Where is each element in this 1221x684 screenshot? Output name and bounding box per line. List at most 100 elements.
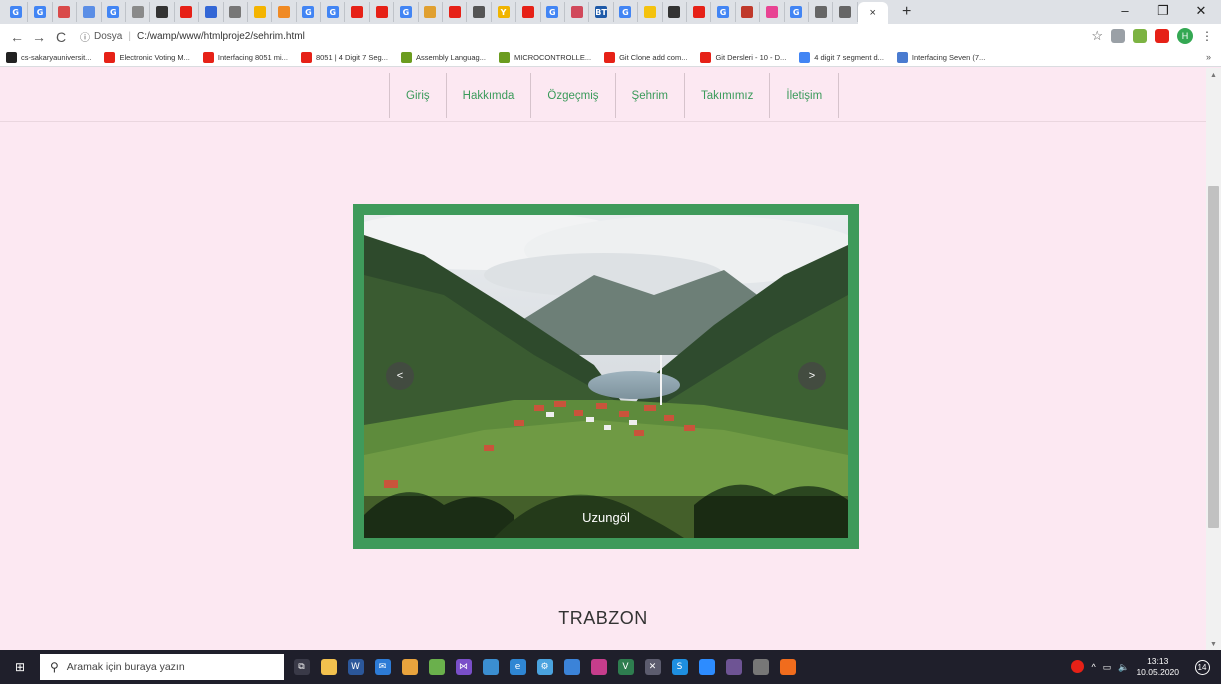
- bookmarks-overflow-icon[interactable]: »: [1206, 52, 1211, 62]
- extension-icon[interactable]: [1111, 29, 1125, 43]
- start-button[interactable]: ⊞: [0, 650, 40, 684]
- slider-prev-button[interactable]: <: [386, 362, 414, 390]
- browser-tab[interactable]: [150, 2, 175, 22]
- nav-item[interactable]: Özgeçmiş: [531, 73, 616, 118]
- browser-tab[interactable]: G: [394, 2, 419, 22]
- restore-button[interactable]: ❐: [1144, 2, 1182, 20]
- visual-studio-icon[interactable]: ⋈: [450, 650, 477, 684]
- active-tab[interactable]: ×: [857, 2, 888, 24]
- browser-tab[interactable]: G: [102, 2, 126, 22]
- bookmark-item[interactable]: Git Dersleri - 10 - D...: [700, 52, 786, 63]
- taskbar-search-box[interactable]: ⚲ Aramak için buraya yazın: [40, 654, 284, 680]
- browser-tab[interactable]: G: [785, 2, 809, 22]
- bookmark-item[interactable]: cs-sakaryauniversit...: [6, 52, 91, 63]
- menu-kebab-icon[interactable]: ⋮: [1201, 29, 1213, 43]
- intellij-icon[interactable]: [585, 650, 612, 684]
- browser-tab[interactable]: [565, 2, 590, 22]
- forward-button[interactable]: →: [28, 29, 50, 45]
- nav-item[interactable]: Giriş: [390, 73, 447, 118]
- browser-tab[interactable]: [443, 2, 468, 22]
- volume-icon[interactable]: 🔈: [1118, 662, 1129, 673]
- new-tab-button[interactable]: +: [898, 3, 916, 21]
- browser-tab[interactable]: G: [711, 2, 736, 22]
- bookmark-item[interactable]: Interfacing Seven (7...: [896, 52, 985, 63]
- page-scrollbar[interactable]: ▲ ▼: [1206, 68, 1221, 650]
- browser-tab[interactable]: [419, 2, 444, 22]
- bookmark-item[interactable]: MICROCONTROLLE...: [498, 52, 591, 63]
- back-button[interactable]: ←: [6, 29, 28, 45]
- scroll-down-icon[interactable]: ▼: [1206, 641, 1221, 648]
- browser-tab[interactable]: [760, 2, 785, 22]
- zoom-icon[interactable]: [693, 650, 720, 684]
- browser-tab[interactable]: G: [28, 2, 53, 22]
- bookmark-star-icon[interactable]: ☆: [1091, 28, 1103, 44]
- bookmark-item[interactable]: Electronic Voting M...: [104, 52, 190, 63]
- skype-icon[interactable]: S: [666, 650, 693, 684]
- settings-icon[interactable]: ⚙: [531, 650, 558, 684]
- browser-tab[interactable]: G: [4, 2, 29, 22]
- nav-item[interactable]: İletişim: [770, 73, 840, 118]
- browser-tab[interactable]: [516, 2, 541, 22]
- browser-tab[interactable]: G: [297, 2, 322, 22]
- battery-icon[interactable]: ▭: [1103, 662, 1112, 673]
- profile-avatar[interactable]: H: [1177, 28, 1193, 44]
- bookmark-item[interactable]: Git Clone add com...: [604, 52, 687, 63]
- app-icon[interactable]: [747, 650, 774, 684]
- browser-tab[interactable]: [467, 2, 492, 22]
- browser-tab[interactable]: [272, 2, 297, 22]
- browser-tab[interactable]: Y: [492, 2, 517, 22]
- browser-tab[interactable]: [248, 2, 273, 22]
- file-explorer-icon[interactable]: [315, 650, 342, 684]
- notepadpp-icon[interactable]: [423, 650, 450, 684]
- url-text[interactable]: C:/wamp/www/htmlproje2/sehrim.html: [137, 31, 305, 42]
- browser-tab[interactable]: [345, 2, 370, 22]
- browser-tab[interactable]: [175, 2, 200, 22]
- browser-tab[interactable]: [224, 2, 248, 22]
- browser-tab[interactable]: [126, 2, 151, 22]
- nav-item[interactable]: Hakkımda: [447, 73, 532, 118]
- browser-tab[interactable]: G: [321, 2, 346, 22]
- xming-icon[interactable]: ✕: [639, 650, 666, 684]
- edge-icon[interactable]: e: [504, 650, 531, 684]
- notification-center-icon[interactable]: 14: [1193, 658, 1211, 676]
- proteus-icon[interactable]: [477, 650, 504, 684]
- taskbar-clock[interactable]: 13:13 10.05.2020: [1136, 656, 1179, 678]
- browser-tab[interactable]: G: [614, 2, 639, 22]
- firefox-icon[interactable]: [774, 650, 801, 684]
- extension-icon[interactable]: [1133, 29, 1147, 43]
- chrome-icon[interactable]: [396, 650, 423, 684]
- browser-tab[interactable]: [687, 2, 712, 22]
- browser-tab[interactable]: [736, 2, 761, 22]
- bookmark-item[interactable]: Assembly Languag...: [400, 52, 486, 63]
- browser-tab[interactable]: [53, 2, 78, 22]
- browser-tab[interactable]: [833, 2, 858, 22]
- task-view-icon[interactable]: ⧉: [288, 650, 315, 684]
- tray-badge-icon[interactable]: [1071, 659, 1085, 675]
- keil-icon[interactable]: V: [612, 650, 639, 684]
- minimize-button[interactable]: –: [1106, 2, 1144, 20]
- slider-next-button[interactable]: >: [798, 362, 826, 390]
- browser-tab[interactable]: G: [541, 2, 565, 22]
- tab-close-icon[interactable]: ×: [869, 7, 875, 19]
- word-icon[interactable]: W: [342, 650, 369, 684]
- github-desktop-icon[interactable]: [720, 650, 747, 684]
- bookmark-item[interactable]: 8051 | 4 Digit 7 Seg...: [300, 52, 388, 63]
- browser-tab[interactable]: [77, 2, 102, 22]
- browser-tab[interactable]: [809, 2, 834, 22]
- tray-chevron-icon[interactable]: ^: [1091, 662, 1095, 672]
- scroll-up-icon[interactable]: ▲: [1206, 72, 1221, 79]
- bookmark-item[interactable]: Interfacing 8051 mi...: [202, 52, 288, 63]
- youtube-icon[interactable]: [1155, 29, 1169, 43]
- app-icon[interactable]: [558, 650, 585, 684]
- browser-tab[interactable]: BT: [589, 2, 614, 22]
- browser-tab[interactable]: [663, 2, 687, 22]
- reload-button[interactable]: C: [50, 29, 72, 45]
- browser-tab[interactable]: [199, 2, 224, 22]
- info-icon[interactable]: ⓘ: [80, 29, 90, 44]
- nav-item[interactable]: Şehrim: [616, 73, 685, 118]
- browser-tab[interactable]: [638, 2, 663, 22]
- address-bar[interactable]: ⓘ Dosya | C:/wamp/www/htmlproje2/sehrim.…: [80, 27, 1040, 46]
- mail-icon[interactable]: ✉: [369, 650, 396, 684]
- close-window-button[interactable]: ✕: [1182, 2, 1220, 20]
- nav-item[interactable]: Takımımız: [685, 73, 771, 118]
